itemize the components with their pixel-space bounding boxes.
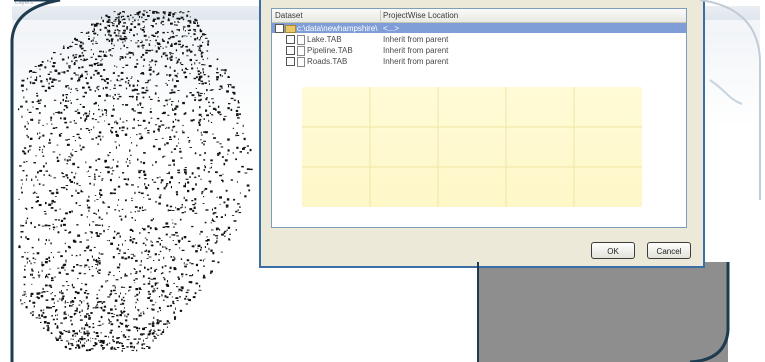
file-icon [297, 46, 305, 56]
list-row-file[interactable]: Roads.TAB Inherit from parent [272, 56, 686, 67]
row-location[interactable]: <...> [383, 24, 399, 33]
map-specks [18, 10, 253, 352]
row-location[interactable]: Inherit from parent [383, 46, 448, 55]
list-row-file[interactable]: Lake.TAB Inherit from parent [272, 34, 686, 45]
row-checkbox[interactable] [286, 35, 295, 44]
cancel-button[interactable]: Cancel [647, 242, 691, 259]
gray-panel [478, 262, 728, 362]
ok-button[interactable]: OK [591, 242, 635, 259]
dataset-list[interactable]: Dataset ProjectWise Location c:\data\new… [271, 8, 687, 228]
row-checkbox[interactable] [275, 24, 284, 33]
column-header-location[interactable]: ProjectWise Location [383, 11, 458, 20]
folder-icon [285, 25, 296, 33]
background-grid-overlay [302, 87, 642, 207]
row-dataset-name: Roads.TAB [307, 57, 348, 66]
row-dataset-name: c:\data\newhampshire\ [297, 24, 378, 33]
row-checkbox[interactable] [286, 46, 295, 55]
file-icon [297, 57, 305, 67]
row-location[interactable]: Inherit from parent [383, 57, 448, 66]
row-location[interactable]: Inherit from parent [383, 35, 448, 44]
file-icon [297, 35, 305, 45]
projectwise-location-dialog: Dataset ProjectWise Location c:\data\new… [259, 0, 705, 268]
list-row-file[interactable]: Pipeline.TAB Inherit from parent [272, 45, 686, 56]
column-header-dataset[interactable]: Dataset [275, 11, 303, 20]
column-separator[interactable] [380, 10, 381, 21]
row-checkbox[interactable] [286, 57, 295, 66]
list-row-folder[interactable]: c:\data\newhampshire\ <...> [272, 23, 686, 33]
screenshot-stage: Layers Dataset ProjectWise Location c:\d… [0, 0, 765, 362]
row-dataset-name: Lake.TAB [307, 35, 342, 44]
map-image [18, 10, 253, 352]
list-header: Dataset ProjectWise Location [272, 9, 686, 23]
row-dataset-name: Pipeline.TAB [307, 46, 353, 55]
